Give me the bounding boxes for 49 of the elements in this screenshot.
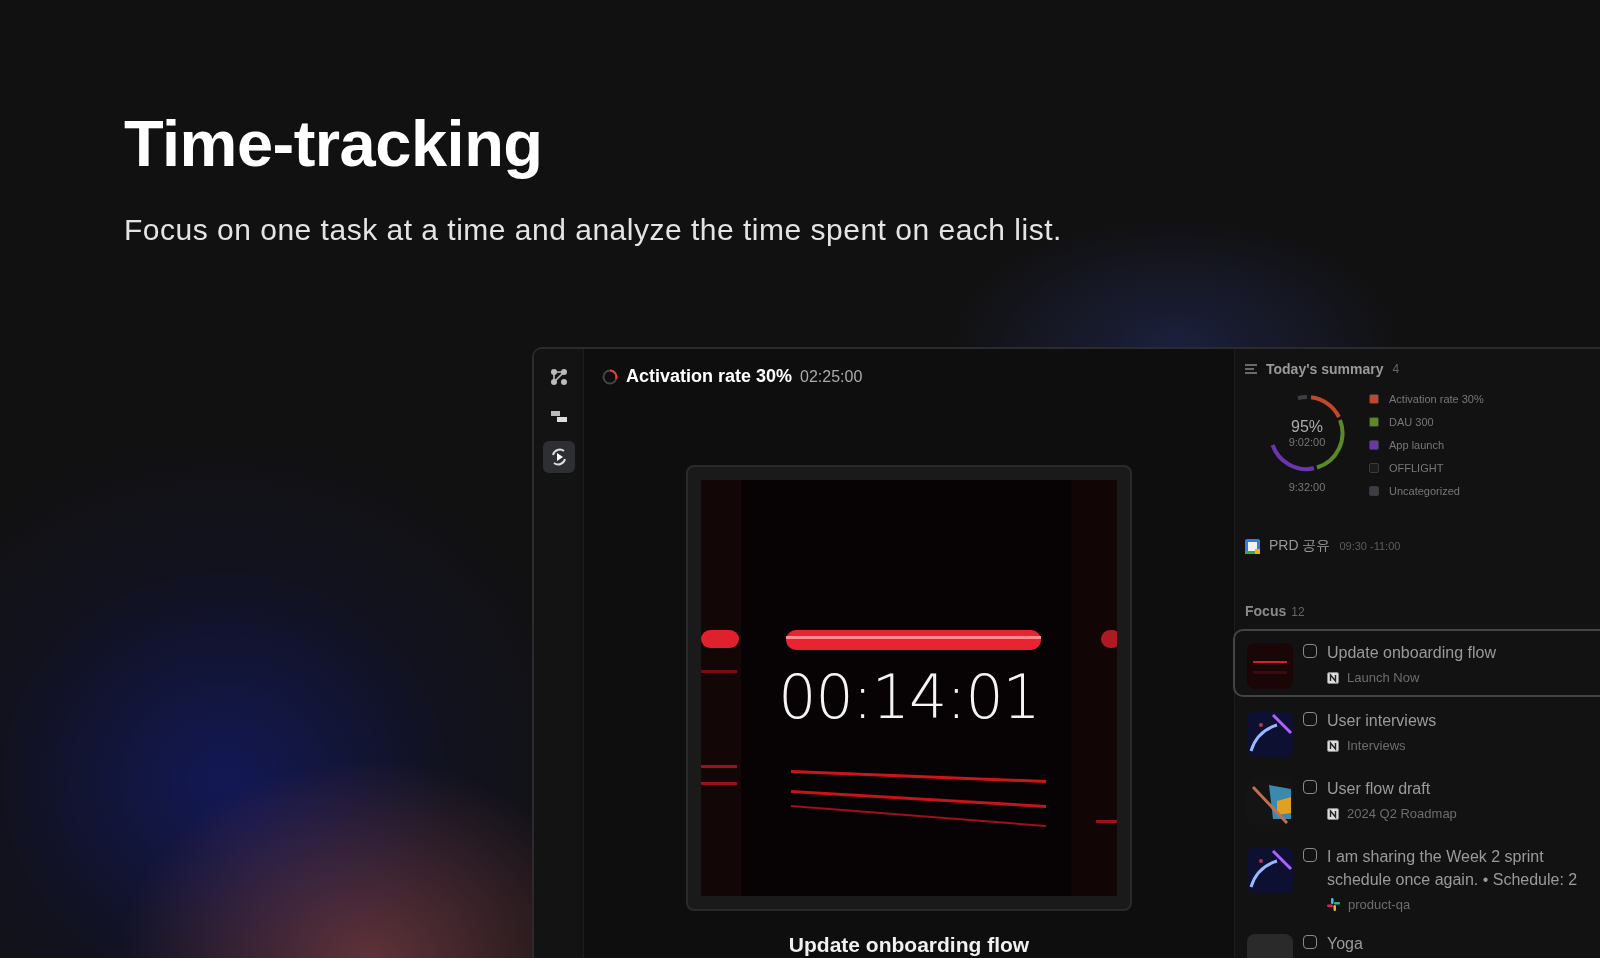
legend-label: OFFLIGHT bbox=[1389, 462, 1444, 474]
percent-label: 95% bbox=[1291, 418, 1323, 436]
task-source: 2024 Q2 Roadmap bbox=[1347, 806, 1457, 822]
task-source: product-qa bbox=[1348, 897, 1411, 913]
notion-icon bbox=[1327, 671, 1339, 684]
notion-icon bbox=[1327, 739, 1339, 752]
legend-label: App launch bbox=[1389, 439, 1445, 451]
task-title: Update onboarding flow bbox=[1327, 643, 1497, 663]
blocks-icon bbox=[549, 409, 568, 425]
graph-icon bbox=[549, 368, 568, 386]
tracked-time: 9:02:00 bbox=[1288, 436, 1326, 448]
focus-item[interactable]: User interviews Interviews bbox=[1233, 697, 1600, 765]
slack-icon bbox=[1327, 898, 1340, 912]
summary-title: Today's summary bbox=[1266, 361, 1384, 377]
event-time: 09:30 -11:00 bbox=[1339, 540, 1401, 552]
task-checkbox[interactable] bbox=[1303, 712, 1317, 726]
legend-label: Uncategorized bbox=[1389, 485, 1460, 497]
focus-item[interactable]: User flow draft 2024 Q2 Roadmap bbox=[1233, 765, 1600, 833]
progress-ring-icon bbox=[602, 368, 618, 385]
task-title: User flow draft bbox=[1327, 779, 1432, 799]
current-task-title: Activation rate 30% bbox=[626, 366, 793, 387]
focus-count: 12 bbox=[1291, 605, 1305, 619]
task-checkbox[interactable] bbox=[1303, 644, 1317, 658]
legend-label: DAU 300 bbox=[1389, 416, 1434, 428]
task-source: Interviews bbox=[1347, 738, 1406, 754]
focus-timer-button[interactable] bbox=[542, 441, 575, 473]
current-task-time: 02:25:00 bbox=[800, 367, 863, 386]
summary-count: 4 bbox=[1392, 362, 1400, 376]
task-title: Yoga bbox=[1327, 934, 1364, 955]
task-checkbox[interactable] bbox=[1303, 780, 1317, 794]
page-title: Time-tracking bbox=[124, 106, 544, 181]
total-time: 9:32:00 bbox=[1288, 481, 1326, 493]
focus-item[interactable]: I am sharing the Week 2 sprint schedule once again. • Schedule: 2 product-qa bbox=[1233, 833, 1600, 921]
legend-label: Activation rate 30% bbox=[1389, 393, 1484, 405]
task-checkbox[interactable] bbox=[1303, 848, 1317, 862]
task-title: User interviews bbox=[1327, 711, 1438, 731]
list-icon bbox=[1245, 364, 1257, 374]
task-title: I am sharing the Week 2 sprint schedule once again. • Schedule: 2 bbox=[1327, 847, 1579, 891]
notion-icon bbox=[1327, 807, 1339, 820]
calendar-icon bbox=[1245, 538, 1260, 554]
timer-display: 00:14:01 bbox=[777, 662, 1041, 732]
task-checkbox[interactable] bbox=[1303, 935, 1317, 950]
task-source: Launch Now bbox=[1347, 670, 1420, 686]
timer-task-title: Update onboarding flow bbox=[788, 933, 1030, 957]
event-title: PRD 공유 bbox=[1269, 537, 1331, 555]
focus-item[interactable]: Update onboarding flow Launch Now bbox=[1233, 629, 1600, 697]
focus-title: Focus bbox=[1245, 603, 1287, 619]
page-subtitle: Focus on one task at a time and analyze the time spent on each list. bbox=[124, 213, 1063, 247]
focus-item[interactable]: Yoga bbox=[1233, 920, 1600, 958]
